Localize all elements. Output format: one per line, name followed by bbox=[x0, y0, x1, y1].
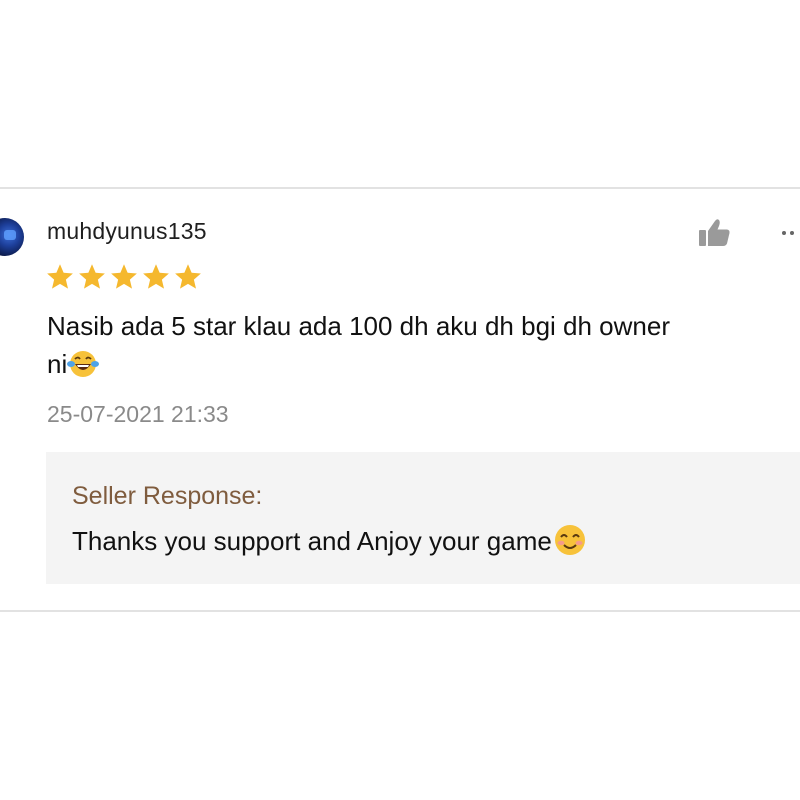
username[interactable]: muhdyunus135 bbox=[47, 218, 207, 245]
user-avatar[interactable] bbox=[0, 218, 24, 256]
more-dot-icon bbox=[782, 231, 786, 235]
more-dot-icon bbox=[790, 231, 794, 235]
star-icon bbox=[47, 264, 73, 289]
bottom-divider bbox=[0, 610, 800, 612]
smiling-face-icon bbox=[552, 524, 588, 563]
thumbs-up-icon bbox=[699, 219, 730, 246]
top-divider bbox=[0, 187, 800, 189]
like-button[interactable] bbox=[698, 217, 732, 247]
seller-response-text: Thanks you support and Anjoy your game bbox=[72, 524, 588, 563]
comment-line-2: ni bbox=[47, 349, 68, 379]
review-timestamp: 25-07-2021 21:33 bbox=[47, 401, 229, 427]
avatar-glow bbox=[4, 230, 16, 240]
more-options-button[interactable] bbox=[780, 222, 800, 242]
review-comment: Nasib ada 5 star klau ada 100 dh aku dh … bbox=[47, 307, 792, 389]
star-icon bbox=[79, 264, 105, 289]
star-icon bbox=[175, 264, 201, 289]
review-page: muhdyunus135 Nasib ada 5 star klau ada 1… bbox=[0, 0, 800, 800]
seller-response-box: Seller Response: Thanks you support and … bbox=[46, 452, 800, 584]
comment-line-1: Nasib ada 5 star klau ada 100 dh aku dh … bbox=[47, 311, 670, 341]
seller-response-title: Seller Response: bbox=[72, 482, 263, 510]
star-icon bbox=[143, 264, 169, 289]
face-with-tears-of-joy-icon bbox=[67, 349, 100, 389]
seller-response-message: Thanks you support and Anjoy your game bbox=[72, 526, 552, 556]
star-icon bbox=[111, 264, 137, 289]
rating-stars bbox=[45, 262, 203, 292]
